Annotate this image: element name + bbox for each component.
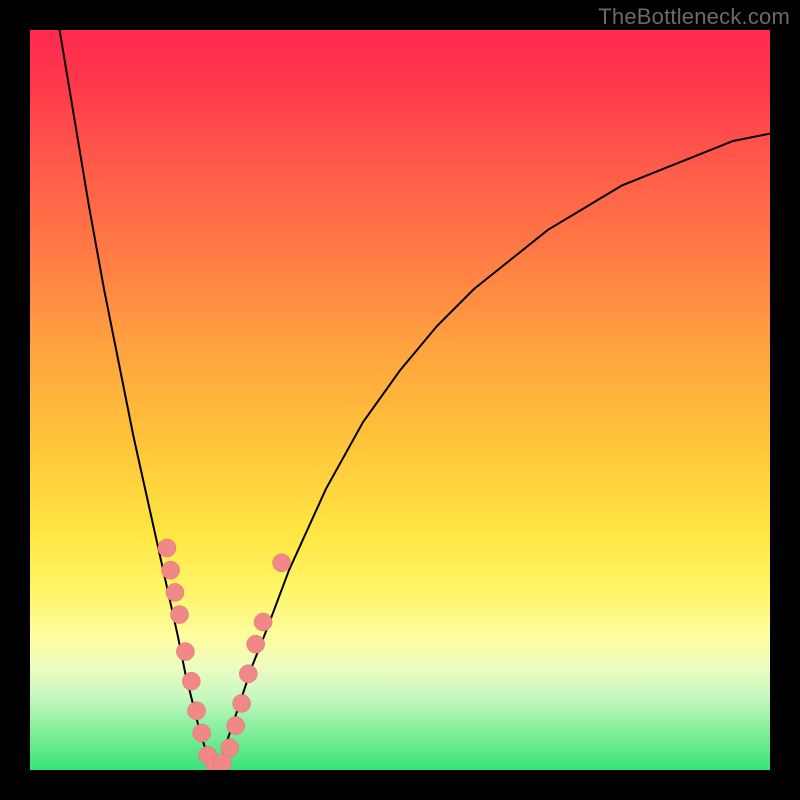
scatter-point [221, 739, 239, 757]
scatter-point [227, 717, 245, 735]
scatter-point [171, 606, 189, 624]
curve-left-branch [60, 30, 215, 770]
scatter-point [233, 694, 251, 712]
scatter-point [176, 643, 194, 661]
scatter-point [166, 583, 184, 601]
scatter-point [239, 665, 257, 683]
scatter-point [188, 702, 206, 720]
scatter-point [247, 635, 265, 653]
scatter-point [162, 561, 180, 579]
chart-svg [30, 30, 770, 770]
scatter-point [273, 554, 291, 572]
chart-plot-area [30, 30, 770, 770]
watermark-text: TheBottleneck.com [598, 4, 790, 30]
scatter-points-group [158, 539, 291, 770]
scatter-point [158, 539, 176, 557]
scatter-point [182, 672, 200, 690]
scatter-point [193, 724, 211, 742]
scatter-point [254, 613, 272, 631]
curve-right-branch [215, 134, 770, 770]
